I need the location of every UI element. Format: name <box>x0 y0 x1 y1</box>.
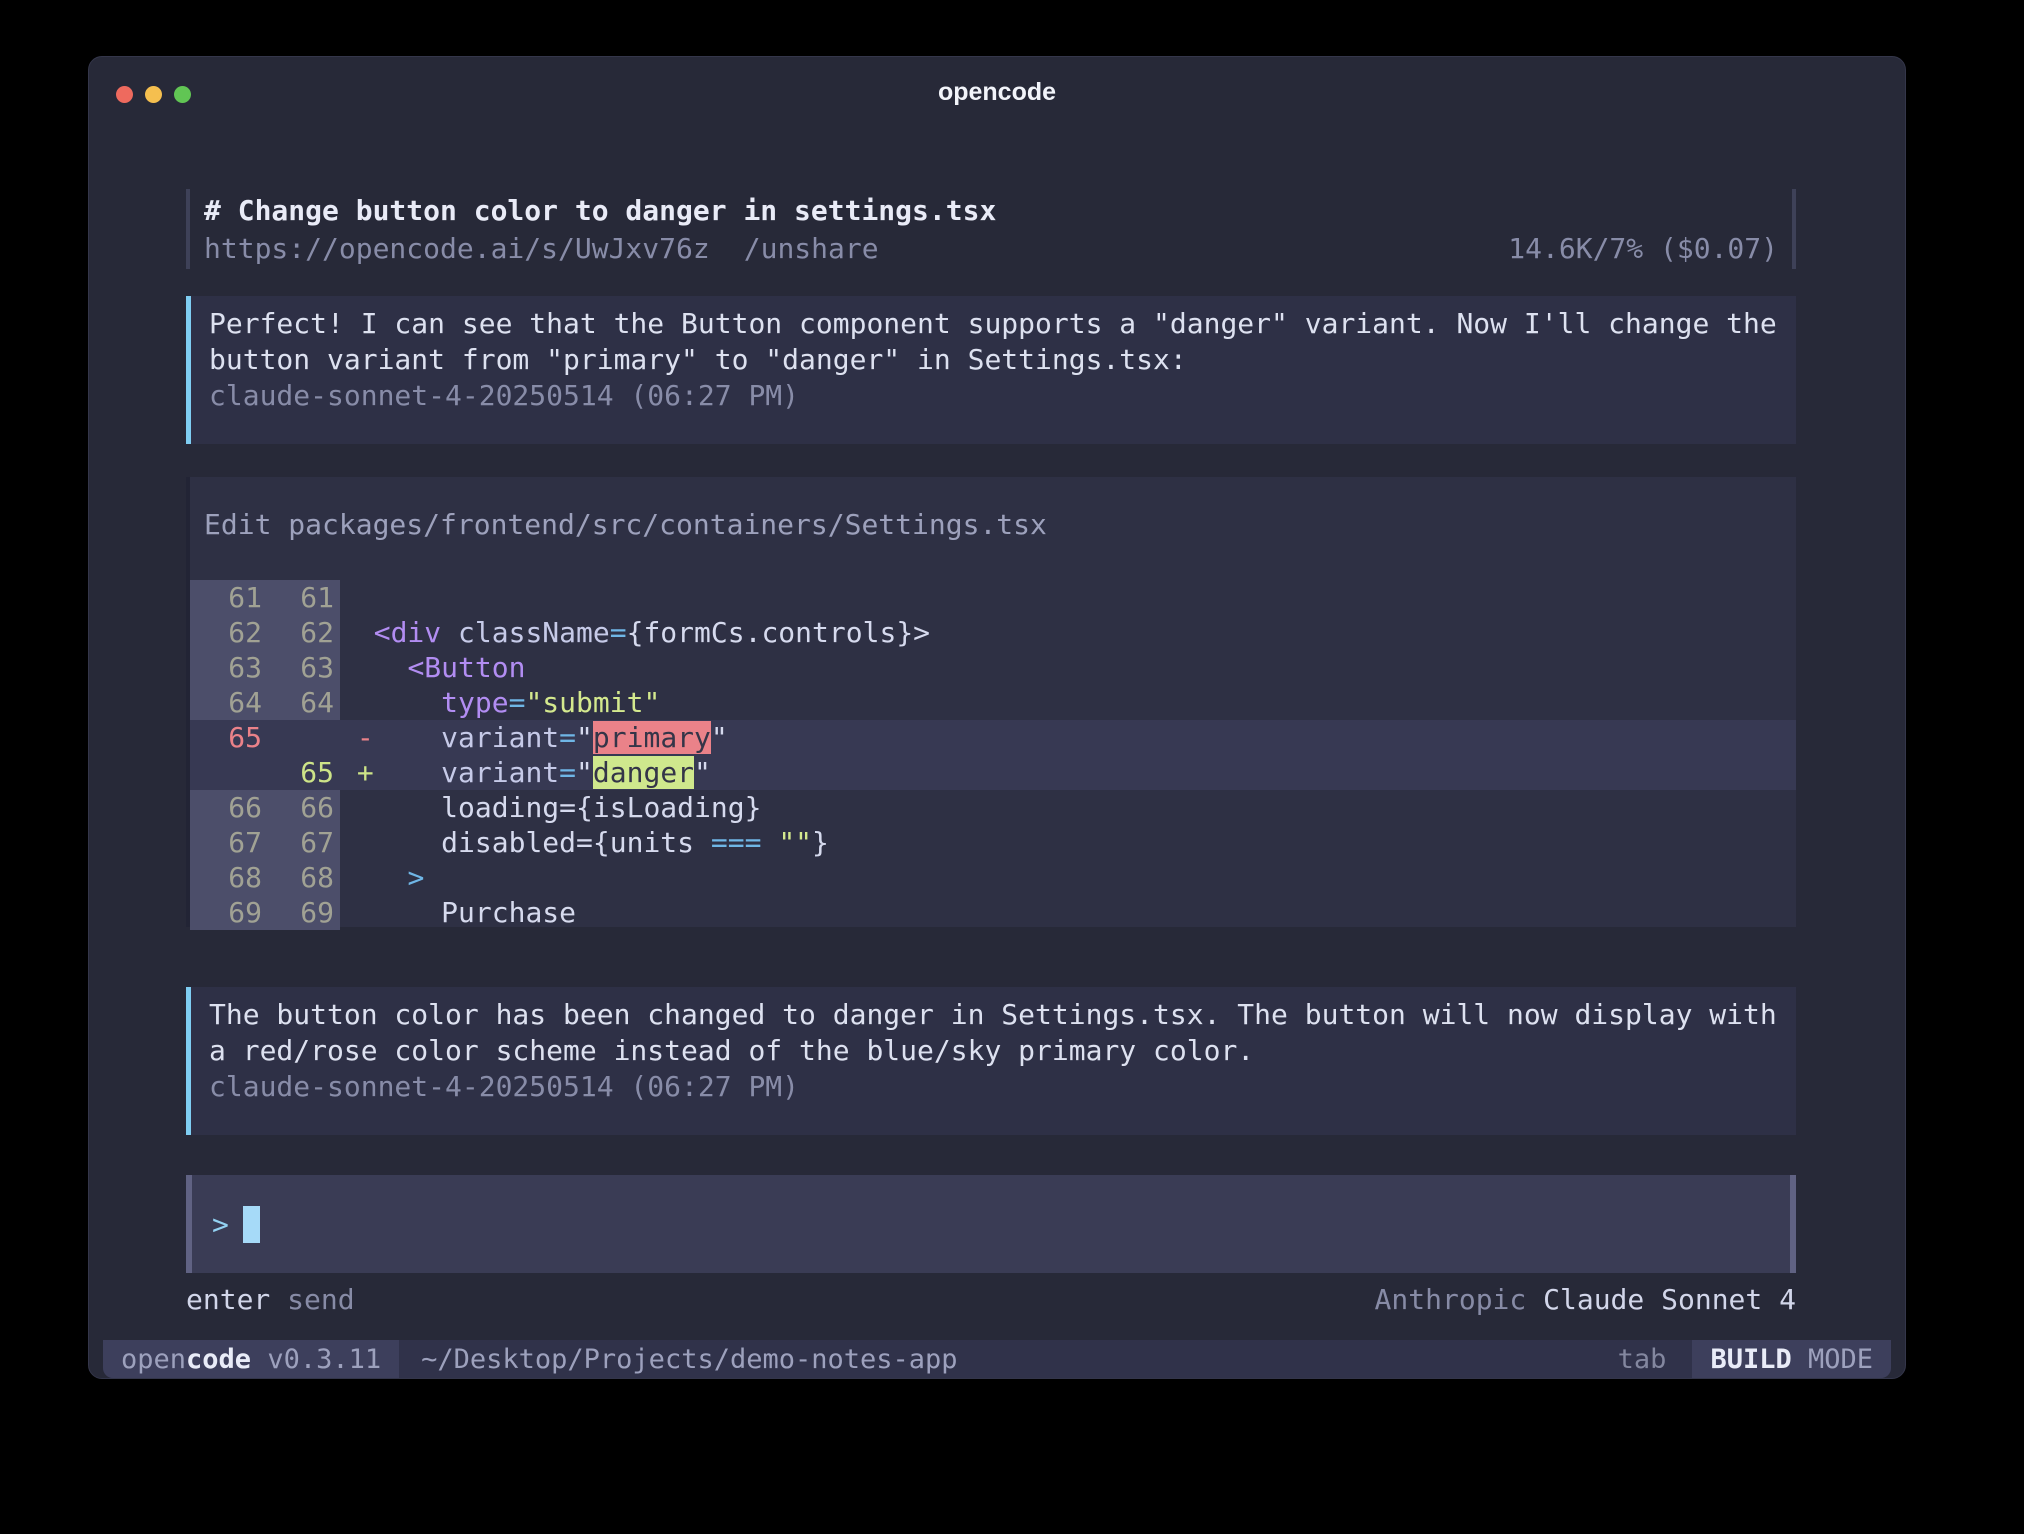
old-line-number: 68 <box>190 860 274 895</box>
hint-row: enter send Anthropic Claude Sonnet 4 <box>186 1283 1796 1317</box>
old-line-number <box>190 755 274 790</box>
assistant-message: The button color has been changed to dan… <box>186 987 1796 1135</box>
diff-rows: 61616262 <div className={formCs.controls… <box>190 580 1796 930</box>
send-hint: enter send <box>186 1283 355 1317</box>
diff-row: 6868 > <box>190 860 1796 895</box>
window-titlebar: opencode <box>89 57 1905 127</box>
mode-indicator: BUILD MODE <box>1692 1340 1891 1378</box>
diff-row: 6363 <Button <box>190 650 1796 685</box>
traffic-lights <box>116 86 191 103</box>
old-line-number: 64 <box>190 685 274 720</box>
diff-row: 6262 <div className={formCs.controls}> <box>190 615 1796 650</box>
diff-row: 6666 loading={isLoading} <box>190 790 1796 825</box>
old-line-number: 69 <box>190 895 274 930</box>
share-url[interactable]: https://opencode.ai/s/UwJxv76z <box>204 230 710 268</box>
new-line-number: 65 <box>274 755 340 790</box>
new-line-number: 69 <box>274 895 340 930</box>
new-line-number: 68 <box>274 860 340 895</box>
working-directory: ~/Desktop/Projects/demo-notes-app <box>399 1344 957 1375</box>
diff-code-line: type="submit" <box>340 685 1796 720</box>
assistant-message: Perfect! I can see that the Button compo… <box>186 296 1796 444</box>
new-line-number: 62 <box>274 615 340 650</box>
edit-tool-panel: Edit packages/frontend/src/containers/Se… <box>186 477 1796 927</box>
diff-code-line: - variant="primary" <box>340 720 1796 755</box>
tab-key-hint: tab <box>1618 1344 1693 1375</box>
window-title: opencode <box>89 57 1905 127</box>
prompt-symbol: > <box>212 1208 229 1241</box>
old-line-number: 63 <box>190 650 274 685</box>
unshare-command[interactable]: /unshare <box>744 230 879 268</box>
old-line-number: 65 <box>190 720 274 755</box>
old-line-number: 61 <box>190 580 274 615</box>
status-bar: opencode v0.3.11 ~/Desktop/Projects/demo… <box>103 1340 1891 1378</box>
diff-row: 6161 <box>190 580 1796 615</box>
new-line-number: 66 <box>274 790 340 825</box>
diff-row: 6464 type="submit" <box>190 685 1796 720</box>
model-indicator: Anthropic Claude Sonnet 4 <box>1375 1283 1796 1317</box>
old-line-number: 66 <box>190 790 274 825</box>
message-text: The button color has been changed to dan… <box>209 997 1776 1033</box>
message-text: Perfect! I can see that the Button compo… <box>209 306 1776 342</box>
new-line-number: 64 <box>274 685 340 720</box>
edit-tool-title: Edit packages/frontend/src/containers/Se… <box>190 477 1796 543</box>
chat-input[interactable]: > <box>186 1175 1796 1273</box>
diff-code-line <box>340 580 1796 615</box>
diff-code-line: disabled={units === ""} <box>340 825 1796 860</box>
diff-code-line: Purchase <box>340 895 1796 930</box>
message-meta: claude-sonnet-4-20250514 (06:27 PM) <box>209 1069 1776 1105</box>
diff-code-line: > <box>340 860 1796 895</box>
token-usage: 14.6K/7% ($0.07) <box>1508 230 1778 268</box>
new-line-number: 67 <box>274 825 340 860</box>
message-text: a red/rose color scheme instead of the b… <box>209 1033 1776 1069</box>
diff-row: 65 - variant="primary" <box>190 720 1796 755</box>
new-line-number: 63 <box>274 650 340 685</box>
message-meta: claude-sonnet-4-20250514 (06:27 PM) <box>209 378 1776 414</box>
minimize-window-button[interactable] <box>145 86 162 103</box>
app-window: opencode # Change button color to danger… <box>88 56 1906 1379</box>
new-line-number: 61 <box>274 580 340 615</box>
old-line-number: 67 <box>190 825 274 860</box>
diff-row: 6969 Purchase <box>190 895 1796 930</box>
diff-code-line: <div className={formCs.controls}> <box>340 615 1796 650</box>
diff-code-line: <Button <box>340 650 1796 685</box>
message-text: button variant from "primary" to "danger… <box>209 342 1776 378</box>
zoom-window-button[interactable] <box>174 86 191 103</box>
app-version-segment: opencode v0.3.11 <box>103 1340 399 1378</box>
diff-row: 6767 disabled={units === ""} <box>190 825 1796 860</box>
old-line-number: 62 <box>190 615 274 650</box>
share-header: # Change button color to danger in setti… <box>186 189 1796 269</box>
session-title: # Change button color to danger in setti… <box>204 192 1778 230</box>
diff-code-line: + variant="danger" <box>340 755 1796 790</box>
text-cursor <box>243 1206 260 1243</box>
close-window-button[interactable] <box>116 86 133 103</box>
new-line-number <box>274 720 340 755</box>
diff-row: 65 + variant="danger" <box>190 755 1796 790</box>
diff-code-line: loading={isLoading} <box>340 790 1796 825</box>
